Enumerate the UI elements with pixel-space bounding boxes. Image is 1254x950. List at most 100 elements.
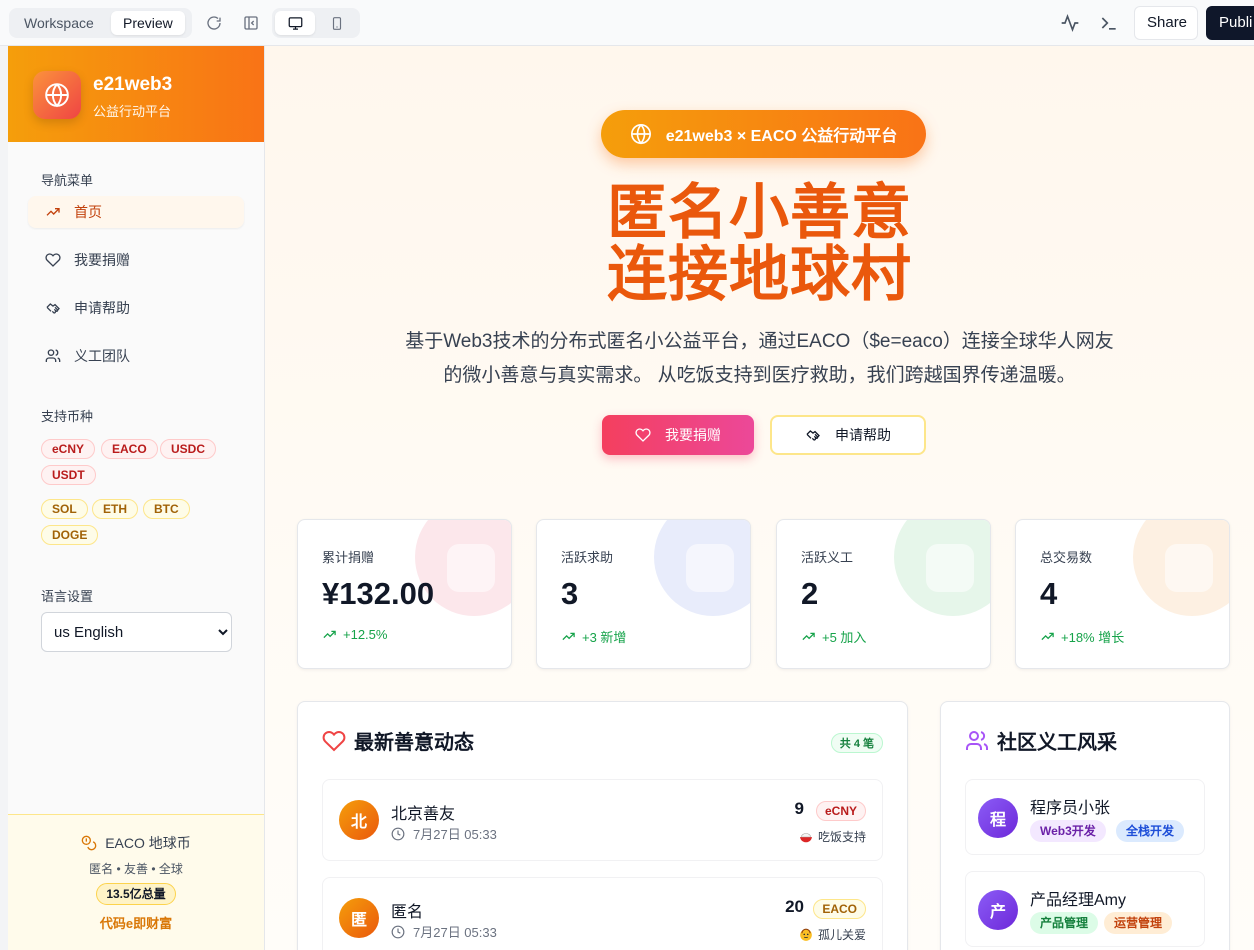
coins-icon [81,835,97,851]
top-toolbar: Workspace Preview Share Publi [0,0,1254,46]
refresh-icon[interactable] [204,13,224,33]
currency-chip-eaco[interactable]: EACO [101,439,158,459]
stat-value: 4 [1040,576,1058,611]
donation-time: 7月27日 05:33 [391,824,497,843]
nav-label: 义工团队 [74,348,130,364]
stat-change: +12.5% [322,627,387,642]
donation-time-text: 7月27日 05:33 [413,925,497,940]
hero-title-line2: 连接地球村 [607,240,912,310]
trending-up-icon [801,629,816,644]
currency-chip-sol[interactable]: SOL [41,499,88,519]
workspace-tab[interactable]: Workspace [12,11,106,35]
currency-heading: 支持币种 [41,409,94,424]
terminal-icon[interactable] [1099,13,1119,33]
view-mode-switch: Workspace Preview [9,8,192,38]
sidebar: e21web3 公益行动平台 导航菜单 首页 我要捐赠 申请帮助 义工团队 支持… [8,46,265,950]
child-icon [799,928,813,942]
nav-item-home[interactable]: 首页 [28,196,244,228]
donation-amount: 9 [794,799,804,818]
currency-chip-usdt[interactable]: USDT [41,465,96,485]
users-icon [965,729,989,753]
clock-icon [391,925,405,939]
stat-label: 活跃求助 [561,550,614,565]
volunteers-title: 社区义工风采 [997,732,1117,754]
main-content: e21web3 × EACO 公益行动平台 匿名小善意 连接地球村 基于Web3… [265,46,1254,950]
stat-change: +3 新增 [561,627,626,646]
stat-label: 总交易数 [1040,550,1093,565]
brand-subtitle: 公益行动平台 [93,104,172,119]
donate-button-label: 我要捐赠 [665,427,721,443]
language-heading: 语言设置 [41,589,94,604]
preview-tab[interactable]: Preview [111,11,185,35]
share-button[interactable]: Share [1134,6,1198,40]
nav-label: 申请帮助 [74,300,130,316]
volunteer-card[interactable]: 产 产品经理Amy 产品管理 运营管理 [965,871,1205,947]
eaco-title: EACO 地球币 [105,835,191,851]
trending-up-icon [322,627,337,642]
currency-badge: eCNY [815,801,866,821]
currency-chip-ecny[interactable]: eCNY [41,439,96,459]
stat-change-text: +3 新增 [582,630,627,645]
avatar: 北 [339,800,379,840]
mobile-view-icon[interactable] [317,11,357,35]
currency-chip-eth[interactable]: ETH [92,499,138,519]
panel-title: 最新善意动态 [322,726,474,755]
eaco-footer: EACO 地球币 匿名 • 友善 • 全球 13.5亿总量 代码e即财富 [8,814,264,950]
activity-icon[interactable] [1060,13,1080,33]
stat-change-text: +5 加入 [822,630,867,645]
volunteer-card[interactable]: 程 程序员小张 Web3开发 全栈开发 [965,779,1205,855]
stat-label: 活跃义工 [801,550,854,565]
heart-icon [635,427,651,443]
collapse-panel-icon[interactable] [241,13,261,33]
avatar: 程 [978,798,1018,838]
skill-tag: 运营管理 [1104,912,1173,934]
nav-label: 我要捐赠 [74,252,130,268]
donation-time: 7月27日 05:33 [391,922,497,941]
language-select[interactable]: us English [41,612,232,652]
donation-category: 吃饭支持 [799,828,866,845]
stat-card-total-transactions: 总交易数 4 +18% 增长 [1015,519,1230,669]
skill-tag: Web3开发 [1030,820,1106,842]
platform-pill: e21web3 × EACO 公益行动平台 [601,110,926,158]
volunteer-name: 产品经理Amy [1030,892,1127,909]
stat-label: 累计捐赠 [322,550,375,565]
currency-chip-btc[interactable]: BTC [143,499,190,519]
stat-change: +18% 增长 [1040,627,1124,646]
hero-desc-line1: 基于Web3技术的分布式匿名小公益平台，通过EACO（$e=eaco）连接全球华… [405,331,1114,352]
stat-decoration [447,544,495,592]
donation-count-badge: 共 4 笔 [830,733,883,753]
stat-change: +5 加入 [801,627,866,646]
users-icon [44,347,62,365]
globe-icon [630,123,652,145]
stat-change-text: +12.5% [343,627,388,642]
platform-pill-text: e21web3 × EACO 公益行动平台 [665,128,898,145]
nav-item-volunteers[interactable]: 义工团队 [28,340,244,372]
apply-help-button[interactable]: 申请帮助 [770,415,926,455]
recent-donations-panel: 最新善意动态 共 4 笔 北 北京善友 7月27日 05:33 9 eCNY 吃… [297,701,908,950]
donation-list-item[interactable]: 北 北京善友 7月27日 05:33 9 eCNY 吃饭支持 [322,779,883,861]
currency-badge: EACO [813,899,866,919]
stat-decoration [1165,544,1213,592]
nav-item-apply-help[interactable]: 申请帮助 [28,292,244,324]
stat-decoration [686,544,734,592]
stat-decoration [926,544,974,592]
desktop-view-icon[interactable] [275,11,315,35]
currency-chip-usdc[interactable]: USDC [160,439,217,459]
clock-icon [391,827,405,841]
skill-tag: 全栈开发 [1116,820,1185,842]
nav-item-donate[interactable]: 我要捐赠 [28,244,244,276]
stat-change-text: +18% 增长 [1061,630,1125,645]
trending-up-icon [44,203,62,221]
stat-value: 2 [801,576,819,611]
donor-name: 匿名 [391,904,424,921]
donation-amount: 20 [785,897,804,916]
publish-button[interactable]: Publi [1206,6,1254,40]
donation-time-text: 7月27日 05:33 [413,827,497,842]
donor-name: 北京善友 [391,806,456,823]
stat-card-active-volunteers: 活跃义工 2 +5 加入 [776,519,991,669]
currency-chip-doge[interactable]: DOGE [41,525,99,545]
stat-value: ¥132.00 [322,576,435,611]
donation-list-item[interactable]: 匿 匿名 7月27日 05:33 20 EACO 孤儿关爱 [322,877,883,950]
donate-button[interactable]: 我要捐赠 [602,415,754,455]
device-switch [272,8,360,38]
